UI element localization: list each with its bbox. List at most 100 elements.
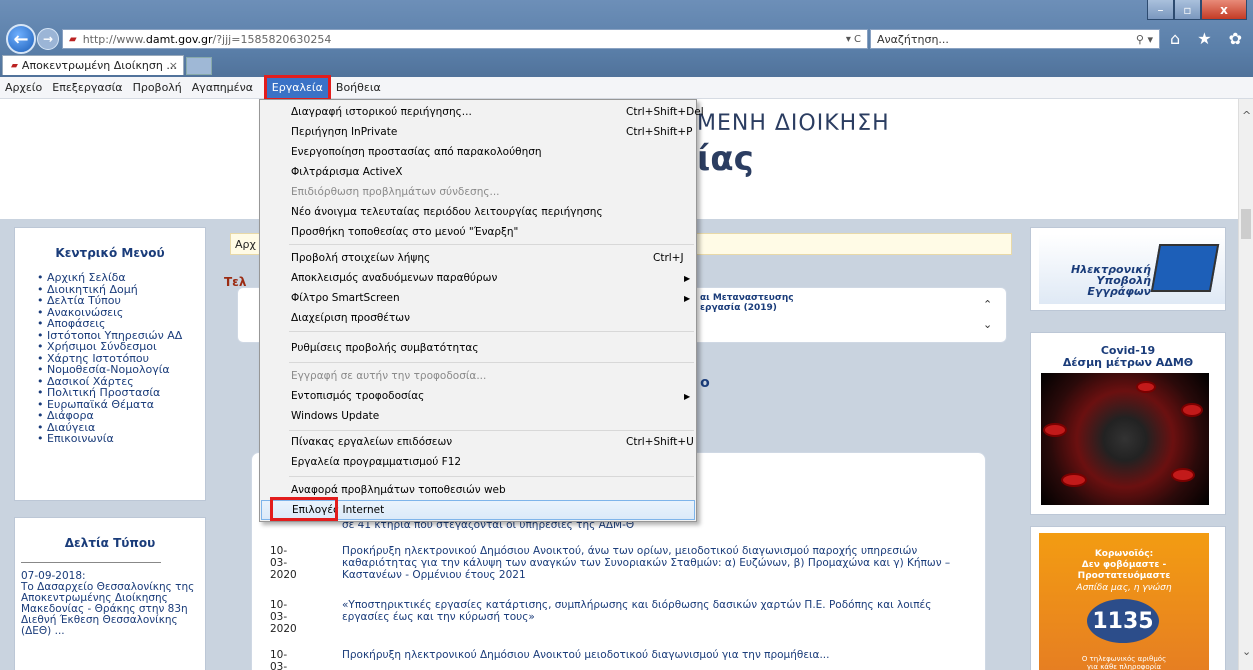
news-text[interactable]: Προκήρυξη ηλεκτρονικού Δημόσιου Ανοικτού… <box>342 545 972 581</box>
menu-help[interactable]: Βοήθεια <box>331 78 386 98</box>
maximize-button[interactable]: ▫ <box>1174 0 1201 20</box>
left-menu-item[interactable]: Επικοινωνία <box>37 433 205 445</box>
scroll-down-icon[interactable]: ⌄ <box>1242 645 1251 658</box>
menu-item-label: Εντοπισμός τροφοδοσίας <box>291 390 425 402</box>
left-menu-item[interactable]: Δελτία Τύπου <box>37 295 205 307</box>
url-prefix: http://www. <box>82 32 146 46</box>
close-window-button[interactable]: x <box>1201 0 1247 20</box>
submenu-arrow-icon: ▶ <box>684 273 691 283</box>
news-date: 10-03-2020 <box>270 545 297 581</box>
menu-file[interactable]: Αρχείο <box>0 78 47 98</box>
menu-item-feed-discovery[interactable]: Εντοπισμός τροφοδοσίας ▶ <box>261 386 695 406</box>
menu-tools[interactable]: Εργαλεία <box>263 74 331 101</box>
menu-item-subscribe-feed: Εγγραφή σε αυτήν την τροφοδοσία... <box>261 366 695 386</box>
menu-item-label: Προβολή στοιχείων λήψης <box>291 252 431 264</box>
menu-item-windows-update[interactable]: Windows Update <box>261 406 695 426</box>
toolbar-icons[interactable]: ⌂ ★ ✿ <box>1170 29 1248 48</box>
blood-cell-icon <box>1171 468 1195 482</box>
news-text[interactable]: Προκήρυξη ηλεκτρονικού Δημόσιου Ανοικτού… <box>342 649 972 661</box>
menu-view[interactable]: Προβολή <box>128 78 187 98</box>
menu-item-label: Φιλτράρισμα ActiveX <box>291 166 403 178</box>
menu-separator <box>289 331 694 332</box>
address-bar[interactable]: ▰ http://www.damt.gov.gr/?jjj=1585820630… <box>62 29 868 49</box>
menu-item-label: Αναφορά προβλημάτων τοποθεσιών web <box>291 484 506 496</box>
scroll-thumb[interactable] <box>1241 209 1251 239</box>
news-text[interactable]: «Υποστηρικτικές εργασίες κατάρτισης, συμ… <box>342 599 972 623</box>
eprotocol-banner[interactable]: Ηλεκτρονική Υποβολή Εγγράφων <box>1039 234 1225 304</box>
menu-item-shortcut: Ctrl+J <box>653 252 684 264</box>
blood-cell-icon <box>1061 473 1087 487</box>
poster-tagline: Ασπίδα μας, η γνώση <box>1076 583 1172 593</box>
menu-item-label: Νέο άνοιγμα τελευταίας περιόδου λειτουργ… <box>291 206 603 218</box>
menu-item-label: Διαχείριση προσθέτων <box>291 312 410 324</box>
left-menu-title: Κεντρικό Μενού <box>55 246 165 260</box>
menu-item-smartscreen[interactable]: Φίλτρο SmartScreen ▶ <box>261 288 695 308</box>
tab-close-icon[interactable]: × <box>169 59 178 72</box>
left-menu-item[interactable]: Πολιτική Προστασία <box>37 387 205 399</box>
press-title: Δελτία Τύπου <box>64 536 156 550</box>
left-menu-item[interactable]: Νομοθεσία-Νομολογία <box>37 364 205 376</box>
menu-item-label: Windows Update <box>291 410 380 422</box>
menu-item-inprivate[interactable]: Περιήγηση InPrivate Ctrl+Shift+P <box>261 122 695 142</box>
minimize-button[interactable]: – <box>1147 0 1174 20</box>
menu-item-delete-history[interactable]: Διαγραφή ιστορικού περιήγησης... Ctrl+Shi… <box>261 102 704 122</box>
menu-item-tracking-protection[interactable]: Ενεργοποίηση προστασίας από παρακολούθησ… <box>261 142 695 162</box>
search-icon[interactable]: ⚲ ▾ <box>1136 33 1153 46</box>
menu-item-view-downloads[interactable]: Προβολή στοιχείων λήψης Ctrl+J <box>261 248 695 268</box>
left-menu-item[interactable]: Διάφορα <box>37 410 205 422</box>
menu-item-popup-blocker[interactable]: Αποκλεισμός αναδυόμενων παραθύρων ▶ <box>261 268 695 288</box>
menu-item-label: Φίλτρο SmartScreen <box>291 292 400 304</box>
page-scrollbar[interactable]: ^ ⌄ <box>1238 99 1253 670</box>
covid-poster[interactable]: Κορωνοϊός: Δεν φοβόμαστε - Προστατευόμαστ… <box>1039 533 1209 670</box>
covid-box-title: Covid-19 Δέσμη μέτρων ΑΔΜΘ <box>1031 345 1225 369</box>
menu-item-label: Αποκλεισμός αναδυόμενων παραθύρων <box>291 272 498 284</box>
menu-item-compatibility-view[interactable]: Ρυθμίσεις προβολής συμβατότητας <box>261 338 695 358</box>
menu-edit[interactable]: Επεξεργασία <box>47 78 127 98</box>
ticker-up-icon[interactable]: ⌃ <box>983 298 992 311</box>
press-box: Δελτία Τύπου 07-09-2018: Το Δασαρχείο Θε… <box>14 517 206 670</box>
refresh-icon[interactable]: ▾ C <box>846 34 861 45</box>
poster-footer: Ο τηλεφωνικός αριθμός για κάθε πληροφορί… <box>1081 655 1167 670</box>
blood-cell-icon <box>1181 403 1203 417</box>
forward-button[interactable]: → <box>37 28 59 50</box>
press-item[interactable]: 07-09-2018: Το Δασαρχείο Θεσσαλονίκης τη… <box>15 562 205 637</box>
menu-item-f12-tools[interactable]: Εργαλεία προγραμματισμού F12 <box>261 452 695 472</box>
browser-tab[interactable]: ▰ Αποκεντρωμένη Διοίκηση ... × <box>2 55 184 75</box>
covid-box[interactable]: Covid-19 Δέσμη μέτρων ΑΔΜΘ <box>1030 332 1226 515</box>
scroll-up-icon[interactable]: ^ <box>1242 109 1251 122</box>
poster-box[interactable]: Κορωνοϊός: Δεν φοβόμαστε - Προστατευόμαστ… <box>1030 526 1226 670</box>
left-menu-item[interactable]: Αποφάσεις <box>37 318 205 330</box>
virus-image[interactable] <box>1041 373 1209 505</box>
press-text[interactable]: Το Δασαρχείο Θεσσαλονίκης της Αποκεντρωμ… <box>21 582 199 637</box>
new-tab-button[interactable] <box>186 57 212 75</box>
eprotocol-box[interactable]: Ηλεκτρονική Υποβολή Εγγράφων <box>1030 227 1226 311</box>
blood-cell-icon <box>1136 381 1156 393</box>
ticker-down-icon[interactable]: ⌄ <box>983 318 992 331</box>
blood-cell-icon <box>1043 423 1067 437</box>
menu-item-shortcut: Ctrl+Shift+U <box>626 436 694 448</box>
menu-item-fix-connection: Επιδιόρθωση προβλημάτων σύνδεσης... <box>261 182 695 202</box>
menu-item-label: Προσθήκη τοποθεσίας στο μενού "Έναρξη" <box>291 226 519 238</box>
left-menu-item[interactable]: Χρήσιμοι Σύνδεσμοι <box>37 341 205 353</box>
search-placeholder: Αναζήτηση... <box>877 32 949 46</box>
site-favicon-icon: ▰ <box>69 33 77 45</box>
back-button[interactable]: ← <box>6 24 36 54</box>
url-domain: damt.gov.gr <box>145 32 213 46</box>
tab-favicon-icon: ▰ <box>11 60 18 71</box>
search-box[interactable]: Αναζήτηση... ⚲ ▾ <box>870 29 1160 49</box>
left-menu-list: Αρχική Σελίδα Διοικητική Δομή Δελτία Τύπ… <box>15 272 205 445</box>
poster-line-1: Κορωνοϊός: <box>1094 549 1154 559</box>
left-menu-item[interactable]: Αρχική Σελίδα <box>37 272 205 284</box>
menu-item-manage-addons[interactable]: Διαχείριση προσθέτων <box>261 308 695 328</box>
poster-heading: Κορωνοϊός: Δεν φοβόμαστε - Προστατευόμαστ… <box>1039 549 1209 582</box>
menu-item-performance-dashboard[interactable]: Πίνακας εργαλείων επιδόσεων Ctrl+Shift+U <box>261 432 695 452</box>
back-arrow-icon: ← <box>13 28 29 50</box>
menu-item-label: Περιήγηση InPrivate <box>291 126 398 138</box>
ticker-text[interactable]: αι Μεταναστευσης εργασία (2019) <box>700 293 794 313</box>
left-menu-box: Κεντρικό Μενού Αρχική Σελίδα Διοικητική … <box>14 227 206 501</box>
menu-favorites[interactable]: Αγαπημένα <box>187 78 265 98</box>
menu-item-reopen-session[interactable]: Νέο άνοιγμα τελευταίας περιόδου λειτουργ… <box>261 202 695 222</box>
menu-item-activex-filtering[interactable]: Φιλτράρισμα ActiveX <box>261 162 695 182</box>
menu-item-label: Εγγραφή σε αυτήν την τροφοδοσία... <box>291 370 487 382</box>
menu-item-add-to-start[interactable]: Προσθήκη τοποθεσίας στο μενού "Έναρξη" <box>261 222 695 242</box>
